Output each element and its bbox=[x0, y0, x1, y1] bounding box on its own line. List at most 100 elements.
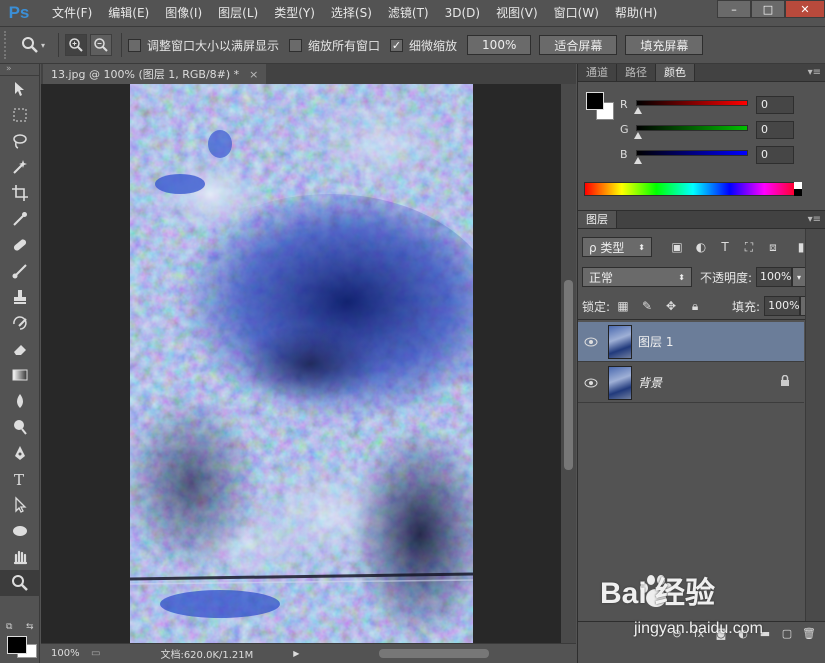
filter-type-icon[interactable]: T bbox=[716, 238, 734, 256]
foreground-color-swatch[interactable] bbox=[586, 92, 604, 110]
menu-select[interactable]: 选择(S) bbox=[323, 0, 380, 26]
brush-tool[interactable] bbox=[0, 258, 40, 284]
move-tool[interactable] bbox=[0, 76, 40, 102]
history-brush-tool[interactable] bbox=[0, 310, 40, 336]
blue-slider[interactable] bbox=[636, 150, 748, 156]
lasso-tool[interactable] bbox=[0, 128, 40, 154]
opacity-input[interactable]: 100% bbox=[756, 267, 793, 287]
layer-filter-dropdown[interactable]: ρ 类型 ⬍ bbox=[582, 237, 652, 257]
foreground-color-swatch[interactable] bbox=[7, 636, 27, 654]
blue-value-input[interactable]: 0 bbox=[756, 146, 794, 164]
crop-tool[interactable] bbox=[0, 180, 40, 206]
eraser-tool[interactable] bbox=[0, 336, 40, 362]
fill-input[interactable]: 100% bbox=[764, 296, 801, 316]
lock-pixels-icon[interactable]: ✎ bbox=[638, 297, 656, 315]
zoom-tool[interactable] bbox=[0, 570, 40, 596]
visibility-eye-icon[interactable] bbox=[578, 378, 604, 388]
fill-screen-button[interactable]: 填充屏幕 bbox=[625, 35, 704, 55]
document-tab[interactable]: 13.jpg @ 100% (图层 1, RGB/8#) * × bbox=[43, 64, 267, 84]
menu-view[interactable]: 视图(V) bbox=[488, 0, 546, 26]
close-tab-icon[interactable]: × bbox=[249, 68, 258, 81]
blur-tool[interactable] bbox=[0, 388, 40, 414]
zoom-out-button[interactable] bbox=[90, 34, 112, 56]
tools-collapse-handle[interactable]: » bbox=[0, 64, 39, 76]
filter-shape-icon[interactable]: ⛶ bbox=[740, 238, 758, 256]
filter-image-icon[interactable]: ▣ bbox=[668, 238, 686, 256]
marquee-tool[interactable] bbox=[0, 102, 40, 128]
resize-windows-checkbox[interactable] bbox=[128, 38, 141, 52]
vertical-scrollbar[interactable] bbox=[561, 84, 576, 643]
filter-adjustment-icon[interactable]: ◐ bbox=[692, 238, 710, 256]
resize-windows-option[interactable]: 调整窗口大小以满屏显示 bbox=[128, 37, 279, 54]
red-value-input[interactable]: 0 bbox=[756, 96, 794, 114]
maximize-button[interactable]: □ bbox=[751, 0, 785, 18]
gradient-tool[interactable] bbox=[0, 362, 40, 388]
tab-color[interactable]: 颜色 bbox=[656, 64, 695, 81]
layer-name[interactable]: 图层 1 bbox=[638, 333, 673, 350]
blend-mode-dropdown[interactable]: 正常 ⬍ bbox=[582, 267, 692, 287]
menu-layer[interactable]: 图层(L) bbox=[210, 0, 266, 26]
blue-slider-thumb[interactable] bbox=[634, 157, 642, 164]
minimize-button[interactable]: – bbox=[717, 0, 751, 18]
hand-tool[interactable] bbox=[0, 544, 40, 570]
menu-type[interactable]: 类型(Y) bbox=[266, 0, 323, 26]
path-selection-tool[interactable] bbox=[0, 492, 40, 518]
layer-row-background[interactable]: 背景 bbox=[578, 363, 804, 403]
green-slider-thumb[interactable] bbox=[634, 132, 642, 139]
options-grip[interactable] bbox=[4, 31, 10, 59]
zoom-all-checkbox[interactable] bbox=[289, 38, 303, 52]
oil-paint-image[interactable] bbox=[130, 84, 473, 643]
vertical-scroll-thumb[interactable] bbox=[564, 280, 573, 470]
tool-preset-picker[interactable]: ▾ bbox=[14, 32, 52, 58]
zoom-all-option[interactable]: 缩放所有窗口 bbox=[289, 37, 380, 54]
menu-window[interactable]: 窗口(W) bbox=[546, 0, 607, 26]
status-icon[interactable]: ▭ bbox=[91, 648, 100, 659]
type-tool[interactable]: T bbox=[0, 466, 40, 492]
default-colors-icon[interactable]: ⧉ bbox=[6, 622, 12, 632]
visibility-eye-icon[interactable] bbox=[578, 337, 604, 347]
black-white-swatch[interactable] bbox=[794, 182, 802, 196]
opacity-dropdown-button[interactable]: ▾ bbox=[792, 267, 807, 287]
panel-menu-icon[interactable]: ▾≡ bbox=[808, 64, 821, 82]
scrubby-zoom-checkbox[interactable]: ✓ bbox=[390, 38, 404, 52]
ellipse-tool[interactable] bbox=[0, 518, 40, 544]
zoom-level[interactable]: 100% bbox=[41, 648, 81, 659]
color-swatches[interactable]: ⧉ ⇆ bbox=[6, 622, 37, 658]
delete-layer-icon[interactable]: 🗑︎ bbox=[798, 625, 820, 643]
magic-wand-tool[interactable] bbox=[0, 154, 40, 180]
swap-colors-icon[interactable]: ⇆ bbox=[26, 622, 34, 632]
menu-3d[interactable]: 3D(D) bbox=[437, 0, 488, 26]
zoom-in-button[interactable] bbox=[65, 34, 87, 56]
filter-smart-object-icon[interactable]: ⧈ bbox=[764, 238, 782, 256]
clone-stamp-tool[interactable] bbox=[0, 284, 40, 310]
lock-position-icon[interactable]: ✥ bbox=[662, 297, 680, 315]
horizontal-scroll-thumb[interactable] bbox=[379, 649, 489, 658]
pen-tool[interactable] bbox=[0, 440, 40, 466]
menu-image[interactable]: 图像(I) bbox=[157, 0, 210, 26]
scrubby-zoom-option[interactable]: ✓ 细微缩放 bbox=[390, 37, 457, 54]
layers-panel-menu-icon[interactable]: ▾≡ bbox=[808, 211, 821, 229]
green-value-input[interactable]: 0 bbox=[756, 121, 794, 139]
layer-name[interactable]: 背景 bbox=[638, 374, 662, 391]
menu-edit[interactable]: 编辑(E) bbox=[100, 0, 157, 26]
tab-layers[interactable]: 图层 bbox=[578, 211, 617, 228]
red-slider[interactable] bbox=[636, 100, 748, 106]
red-slider-thumb[interactable] bbox=[634, 107, 642, 114]
healing-brush-tool[interactable] bbox=[0, 232, 40, 258]
tab-paths[interactable]: 路径 bbox=[617, 64, 656, 81]
color-spectrum-bar[interactable] bbox=[584, 182, 802, 196]
zoom-100-button[interactable]: 100% bbox=[467, 35, 532, 55]
lock-all-icon[interactable]: 🔒︎ bbox=[686, 297, 704, 315]
close-button[interactable]: ✕ bbox=[785, 0, 825, 18]
dodge-tool[interactable] bbox=[0, 414, 40, 440]
eyedropper-tool[interactable] bbox=[0, 206, 40, 232]
tab-channels[interactable]: 通道 bbox=[578, 64, 617, 81]
lock-transparency-icon[interactable]: ▦ bbox=[614, 297, 632, 315]
fit-screen-button[interactable]: 适合屏幕 bbox=[539, 35, 618, 55]
status-menu-arrow-icon[interactable]: ▶ bbox=[293, 649, 299, 658]
layer-row-layer1[interactable]: 图层 1 bbox=[578, 322, 804, 362]
lock-icon[interactable] bbox=[780, 374, 790, 390]
menu-file[interactable]: 文件(F) bbox=[44, 0, 100, 26]
menu-filter[interactable]: 滤镜(T) bbox=[380, 0, 437, 26]
canvas[interactable] bbox=[41, 84, 561, 643]
